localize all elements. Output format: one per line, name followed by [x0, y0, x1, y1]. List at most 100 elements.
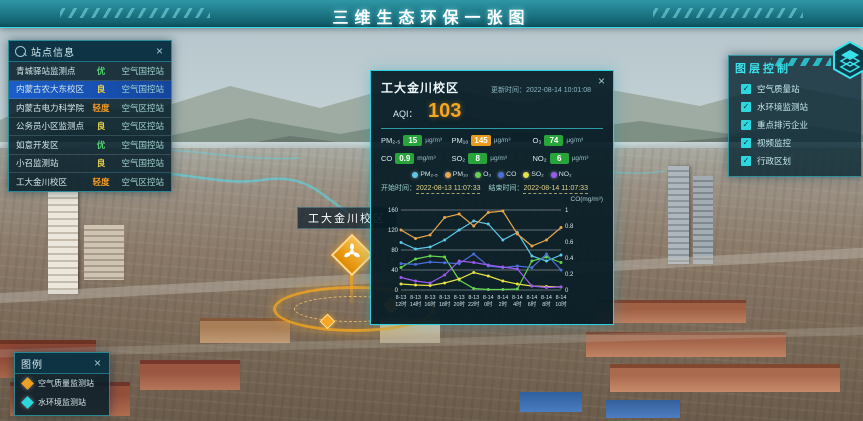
- start-time-input[interactable]: 2022-08-13 11:07:33: [416, 185, 480, 194]
- search-icon: [15, 46, 26, 57]
- app-header: 三维生态环保一张图: [0, 0, 863, 28]
- legend-panel-header: 图例 ×: [15, 353, 109, 374]
- legend-diamond-icon: [21, 377, 34, 390]
- time-range-row: 开始时间：2022-08-13 11:07:33 结束时间：2022-08-14…: [381, 183, 603, 193]
- station-type: 空气区控站: [112, 176, 164, 188]
- aqi-label: AQI：: [393, 109, 418, 119]
- popup-header: 工大金川校区 更新时间：2022-08-14 10:01:08: [381, 79, 603, 96]
- station-name: 如意开发区: [16, 139, 90, 151]
- layer-toggle[interactable]: ✓水环境监测站: [729, 98, 861, 116]
- svg-text:8-1410时: 8-1410时: [555, 295, 567, 308]
- trend-chart: 0408012016000.20.40.60.818-1312时8-1314时8…: [381, 204, 583, 316]
- building: [48, 192, 78, 294]
- chart-legend-label: PM₁₀: [453, 171, 468, 178]
- building: [140, 360, 240, 390]
- pollutant-cell: O₃74µg/m³: [533, 135, 603, 146]
- checkbox-checked-icon[interactable]: ✓: [741, 138, 751, 148]
- station-aqi-status: 优: [90, 65, 112, 77]
- layer-toggle[interactable]: ✓ 重点排污企业: [729, 116, 861, 134]
- station-type: 空气国控站: [112, 65, 164, 77]
- chart-legend-label: PM₂.₅: [420, 171, 437, 178]
- close-icon[interactable]: ×: [154, 45, 165, 57]
- svg-text:0.8: 0.8: [565, 224, 574, 230]
- legend-panel-title: 图例: [21, 356, 92, 371]
- station-panel-title: 站点信息: [31, 44, 154, 59]
- station-row[interactable]: 工大金川校区 轻度 空气区控站: [9, 173, 171, 191]
- station-type: 空气国控站: [112, 83, 164, 95]
- svg-text:8-146时: 8-146时: [527, 295, 538, 308]
- pollutant-label: CO: [381, 154, 392, 163]
- pollutant-value: 6: [550, 153, 569, 164]
- svg-text:8-1316时: 8-1316时: [424, 295, 436, 308]
- checkbox-checked-icon[interactable]: ✓: [741, 120, 751, 130]
- station-name: 青城驿站监测点: [16, 65, 90, 77]
- legend-dot-icon: [523, 172, 529, 178]
- pollutant-cell: SO₂8µg/m³: [451, 153, 532, 164]
- pollutant-cell: PM₂.₅15µg/m³: [381, 135, 451, 146]
- map-legend-panel: 图例 × 空气质量监测站水环境监测站: [14, 352, 110, 416]
- pollutant-cell: PM₁₀145µg/m³: [451, 135, 532, 146]
- popup-title: 工大金川校区: [381, 79, 459, 96]
- chart-legend-item[interactable]: PM₁₀: [445, 171, 468, 178]
- layer-toggle[interactable]: ✓ 空气质量站: [729, 80, 861, 98]
- building: [200, 318, 290, 343]
- station-row[interactable]: 内蒙古电力科学院 轻度 空气区控站: [9, 99, 171, 118]
- layers-hexagon-icon[interactable]: [831, 40, 863, 80]
- pollutant-label: NO₂: [533, 154, 547, 163]
- chart-legend-item[interactable]: CO: [498, 171, 516, 178]
- station-row[interactable]: 内蒙古农大东校区 良 空气国控站: [9, 81, 171, 100]
- station-aqi-status: 轻度: [90, 102, 112, 114]
- pollutant-value: 74: [544, 135, 563, 146]
- update-time: 更新时间：2022-08-14 10:01:08: [491, 85, 591, 95]
- legend-item: 空气质量监测站: [15, 374, 109, 393]
- divider: [381, 128, 603, 129]
- chart-legend-item[interactable]: PM₂.₅: [412, 171, 437, 178]
- svg-text:40: 40: [391, 268, 398, 274]
- svg-text:0.6: 0.6: [565, 240, 574, 246]
- pollutant-value: 0.9: [395, 153, 414, 164]
- close-icon[interactable]: ×: [92, 357, 103, 369]
- station-row[interactable]: 公务员小区监测点 良 空气区控站: [9, 118, 171, 137]
- svg-text:0: 0: [565, 288, 569, 294]
- pollutant-cell: CO0.9mg/m³: [381, 153, 451, 164]
- legend-diamond-icon: [21, 396, 34, 409]
- end-time-input[interactable]: 2022-08-14 11:07:33: [523, 185, 587, 194]
- station-row[interactable]: 青城驿站监测点 优 空气国控站: [9, 62, 171, 81]
- update-time-value: 2022-08-14 10:01:08: [526, 87, 591, 94]
- building: [610, 364, 840, 392]
- building: [520, 392, 582, 412]
- layer-label: 空气质量站: [757, 83, 800, 95]
- station-aqi-status: 良: [90, 120, 112, 132]
- layer-toggle[interactable]: ✓行政区划: [729, 152, 861, 170]
- station-name: 工大金川校区: [16, 176, 90, 188]
- layer-label: 重点排污企业: [757, 119, 808, 131]
- svg-text:8-142时: 8-142时: [497, 295, 508, 308]
- checkbox-checked-icon[interactable]: ✓: [741, 102, 751, 112]
- station-row[interactable]: 如意开发区 优 空气国控站: [9, 136, 171, 155]
- pollutant-label: PM₂.₅: [381, 136, 400, 145]
- chart-legend: PM₂.₅ PM₁₀ O₃ CO SO₂ NO₂: [381, 171, 603, 178]
- station-detail-popup: 工大金川校区 更新时间：2022-08-14 10:01:08 × AQI： 1…: [370, 70, 614, 325]
- station-row[interactable]: 小召监测站 良 空气国控站: [9, 155, 171, 174]
- station-name: 内蒙古农大东校区: [16, 83, 90, 95]
- pollutant-value: 8: [468, 153, 487, 164]
- station-type: 空气区控站: [112, 102, 164, 114]
- start-time-label: 开始时间：: [381, 185, 416, 192]
- chart-legend-item[interactable]: NO₂: [551, 171, 572, 178]
- svg-text:8-1318时: 8-1318时: [439, 295, 451, 308]
- legend-dot-icon: [445, 172, 451, 178]
- pollutant-label: O₃: [533, 136, 542, 145]
- pollutant-cell: NO₂6µg/m³: [533, 153, 603, 164]
- checkbox-checked-icon[interactable]: ✓: [741, 84, 751, 94]
- station-type: 空气国控站: [112, 157, 164, 169]
- layer-toggle[interactable]: ✓视频监控: [729, 134, 861, 152]
- pollutant-unit: µg/m³: [425, 137, 442, 144]
- pollutant-value: 15: [403, 135, 422, 146]
- close-icon[interactable]: ×: [596, 75, 607, 87]
- checkbox-checked-icon[interactable]: ✓: [741, 156, 751, 166]
- pollutant-unit: µg/m³: [566, 137, 583, 144]
- station-type: 空气国控站: [112, 139, 164, 151]
- chart-legend-item[interactable]: SO₂: [523, 171, 543, 178]
- chart-legend-item[interactable]: O₃: [475, 171, 491, 178]
- layer-list: ✓空气质量站✓水环境监测站✓重点排污企业✓视频监控✓行政区划: [729, 80, 861, 170]
